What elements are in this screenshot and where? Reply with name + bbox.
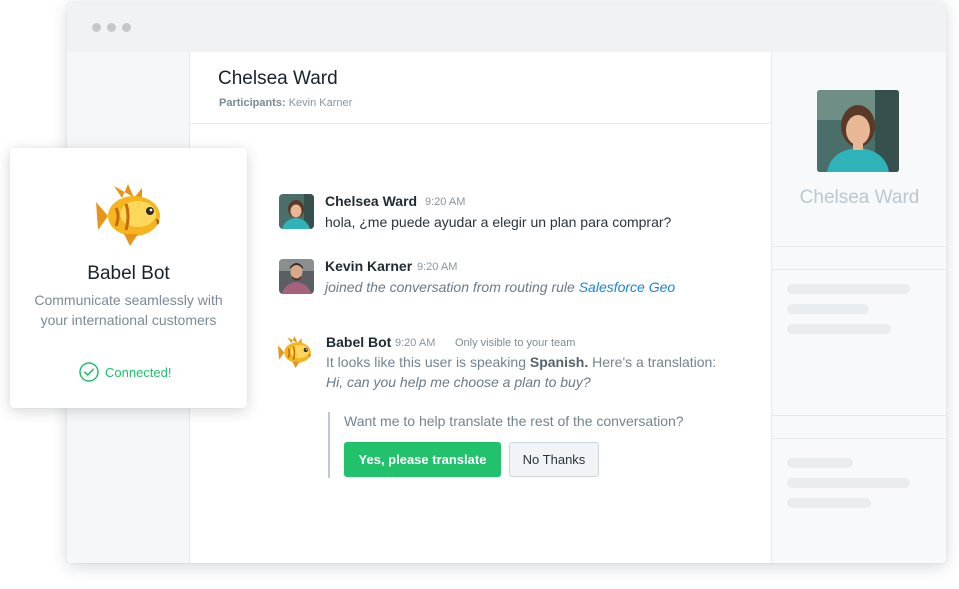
title-bar (67, 2, 946, 52)
message-text: joined the conversation from routing rul… (325, 279, 675, 295)
connection-status: Connected! (79, 362, 172, 382)
placeholder-line (787, 324, 891, 334)
sender-name[interactable]: Babel Bot (326, 334, 391, 350)
visibility-note: Only visible to your team (455, 337, 576, 349)
profile-photo-icon (817, 90, 899, 172)
avatar-chelsea-icon (279, 194, 314, 229)
bot-text-prefix: It looks like this user is speaking (326, 354, 530, 370)
babel-fish-icon (94, 178, 166, 248)
translation-text: Hi, can you help me choose a plan to buy… (326, 374, 591, 390)
babel-bot-card: Babel Bot Communicate seamlessly with yo… (10, 148, 247, 408)
participants-line: Participants: Kevin Karner (219, 97, 352, 109)
participants-value: Kevin Karner (288, 97, 353, 109)
profile-sidebar: Chelsea Ward (771, 52, 946, 563)
avatar-kevin-icon (279, 259, 314, 294)
message-text: hola, ¿me puede ayudar a elegir un plan … (325, 214, 672, 230)
card-title: Babel Bot (87, 263, 170, 284)
placeholder-line (787, 304, 869, 314)
profile-photo (817, 90, 899, 172)
message-text: It looks like this user is speaking Span… (326, 354, 716, 370)
card-desc-line: Communicate seamlessly with (34, 292, 223, 308)
status-text: Connected! (105, 364, 172, 380)
card-description: Communicate seamlessly with your interna… (10, 290, 247, 330)
conversation-title: Chelsea Ward (218, 68, 338, 89)
profile-name: Chelsea Ward (799, 187, 920, 208)
sender-name[interactable]: Kevin Karner (325, 258, 412, 274)
window-dot-icon[interactable] (107, 23, 116, 32)
participants-label: Participants: (219, 97, 286, 109)
divider (772, 269, 946, 270)
avatar[interactable] (279, 194, 314, 229)
sender-name[interactable]: Chelsea Ward (325, 193, 417, 209)
prompt-border (328, 412, 330, 478)
timestamp: 9:20 AM (417, 261, 458, 273)
system-event-text: joined the conversation from routing rul… (325, 279, 579, 295)
check-circle-icon (79, 362, 99, 382)
avatar[interactable] (279, 259, 314, 294)
placeholder-line (787, 458, 853, 468)
detected-language: Spanish. (529, 354, 589, 370)
divider (772, 246, 946, 247)
window-dot-icon[interactable] (92, 23, 101, 32)
prompt-question: Want me to help translate the rest of th… (344, 413, 684, 429)
routing-rule-link[interactable]: Salesforce Geo (579, 279, 676, 295)
conversation-pane: Chelsea Ward Participants: Kevin Karner (190, 52, 771, 563)
no-thanks-button[interactable]: No Thanks (509, 442, 599, 477)
placeholder-line (787, 498, 871, 508)
timestamp: 9:20 AM (425, 196, 466, 208)
divider (772, 438, 946, 439)
divider (772, 415, 946, 416)
placeholder-line (787, 284, 910, 294)
bot-text-suffix: Here's a translation: (588, 354, 717, 370)
conversation-header: Chelsea Ward Participants: Kevin Karner (190, 52, 771, 124)
placeholder-line (787, 478, 910, 488)
window-dot-icon[interactable] (122, 23, 131, 32)
card-desc-line: your international customers (40, 312, 217, 328)
timestamp: 9:20 AM (395, 337, 436, 349)
yes-translate-button[interactable]: Yes, please translate (344, 442, 501, 477)
babel-fish-icon (277, 333, 314, 369)
